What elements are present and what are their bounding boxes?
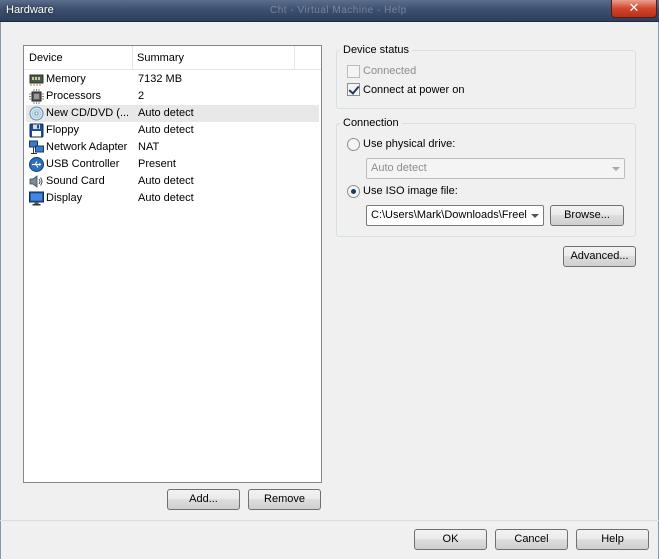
add-device-button[interactable]: Add... bbox=[167, 489, 240, 510]
use-physical-drive-label: Use physical drive: bbox=[363, 138, 456, 150]
device-name: Memory bbox=[46, 73, 86, 85]
connection-label: Connection bbox=[340, 117, 402, 130]
close-button[interactable]: ✕ bbox=[611, 0, 657, 18]
device-summary: 7132 MB bbox=[138, 73, 183, 85]
column-header-summary[interactable]: Summary bbox=[133, 46, 295, 70]
physical-drive-value: Auto detect bbox=[371, 162, 427, 174]
device-row-network-adapter[interactable]: Network Adapter NAT bbox=[26, 139, 319, 156]
device-row-sound-card[interactable]: Sound Card Auto detect bbox=[26, 173, 319, 190]
window-title: Hardware bbox=[6, 4, 54, 16]
advanced-button[interactable]: Advanced... bbox=[563, 246, 636, 267]
device-name: Floppy bbox=[46, 124, 80, 136]
chevron-down-icon bbox=[612, 167, 620, 171]
device-name: Network Adapter bbox=[46, 141, 128, 153]
device-list[interactable]: Device Summary Memory 7132 MB Processors… bbox=[23, 45, 322, 483]
device-name: Display bbox=[46, 192, 83, 204]
device-row-memory[interactable]: Memory 7132 MB bbox=[26, 71, 319, 88]
iso-path-value: C:\Users\Mark\Downloads\Freel bbox=[371, 209, 527, 221]
device-summary: 2 bbox=[138, 90, 145, 102]
device-rows: Memory 7132 MB Processors 2 New CD/DVD (… bbox=[26, 71, 319, 207]
device-status-group bbox=[336, 50, 636, 109]
remove-device-button[interactable]: Remove bbox=[248, 489, 321, 510]
connected-label: Connected bbox=[363, 65, 417, 77]
column-header-spacer bbox=[295, 46, 321, 70]
chevron-down-icon bbox=[531, 214, 539, 218]
usb-icon bbox=[29, 157, 44, 172]
floppy-icon bbox=[29, 123, 44, 138]
iso-path-combobox[interactable]: C:\Users\Mark\Downloads\Freel bbox=[366, 205, 544, 226]
cd-dvd-icon bbox=[29, 106, 44, 121]
device-summary: NAT bbox=[138, 141, 160, 153]
device-row-display[interactable]: Display Auto detect bbox=[26, 190, 319, 207]
device-status-label: Device status bbox=[340, 44, 413, 57]
device-summary: Auto detect bbox=[138, 124, 194, 136]
physical-drive-select[interactable]: Auto detect bbox=[366, 158, 625, 179]
device-summary: Auto detect bbox=[138, 192, 194, 204]
background-window-title: Cht - Virtual Machine - Help bbox=[270, 5, 407, 16]
device-name: Processors bbox=[46, 90, 102, 102]
sound-card-icon bbox=[29, 174, 44, 189]
device-row-processors[interactable]: Processors 2 bbox=[26, 88, 319, 105]
device-summary: Present bbox=[138, 158, 176, 170]
cancel-button[interactable]: Cancel bbox=[495, 529, 568, 550]
use-physical-drive-radio[interactable] bbox=[347, 138, 360, 151]
device-summary: Auto detect bbox=[138, 175, 194, 187]
device-summary: Auto detect bbox=[138, 107, 194, 119]
device-row-usb-controller[interactable]: USB Controller Present bbox=[26, 156, 319, 173]
device-name: USB Controller bbox=[46, 158, 120, 170]
device-name: Sound Card bbox=[46, 175, 105, 187]
connected-checkbox[interactable] bbox=[347, 65, 360, 78]
device-name: New CD/DVD (... bbox=[46, 107, 130, 119]
network-adapter-icon bbox=[29, 140, 44, 155]
memory-icon bbox=[29, 72, 44, 87]
title-bar: Hardware Cht - Virtual Machine - Help ✕ bbox=[0, 0, 659, 22]
use-iso-image-radio[interactable] bbox=[347, 185, 360, 198]
connect-at-power-on-label: Connect at power on bbox=[363, 84, 465, 96]
column-header-device[interactable]: Device bbox=[24, 46, 133, 70]
footer-divider bbox=[0, 520, 659, 521]
ok-button[interactable]: OK bbox=[414, 529, 487, 550]
display-icon bbox=[29, 191, 44, 206]
device-row-cd-dvd[interactable]: New CD/DVD (... Auto detect bbox=[26, 105, 319, 122]
use-iso-image-label: Use ISO image file: bbox=[363, 185, 458, 197]
device-list-header: Device Summary bbox=[24, 46, 321, 70]
device-row-floppy[interactable]: Floppy Auto detect bbox=[26, 122, 319, 139]
help-button[interactable]: Help bbox=[576, 529, 649, 550]
browse-button[interactable]: Browse... bbox=[550, 205, 624, 226]
connect-at-power-on-checkbox[interactable] bbox=[347, 83, 360, 96]
processor-icon bbox=[29, 89, 44, 104]
